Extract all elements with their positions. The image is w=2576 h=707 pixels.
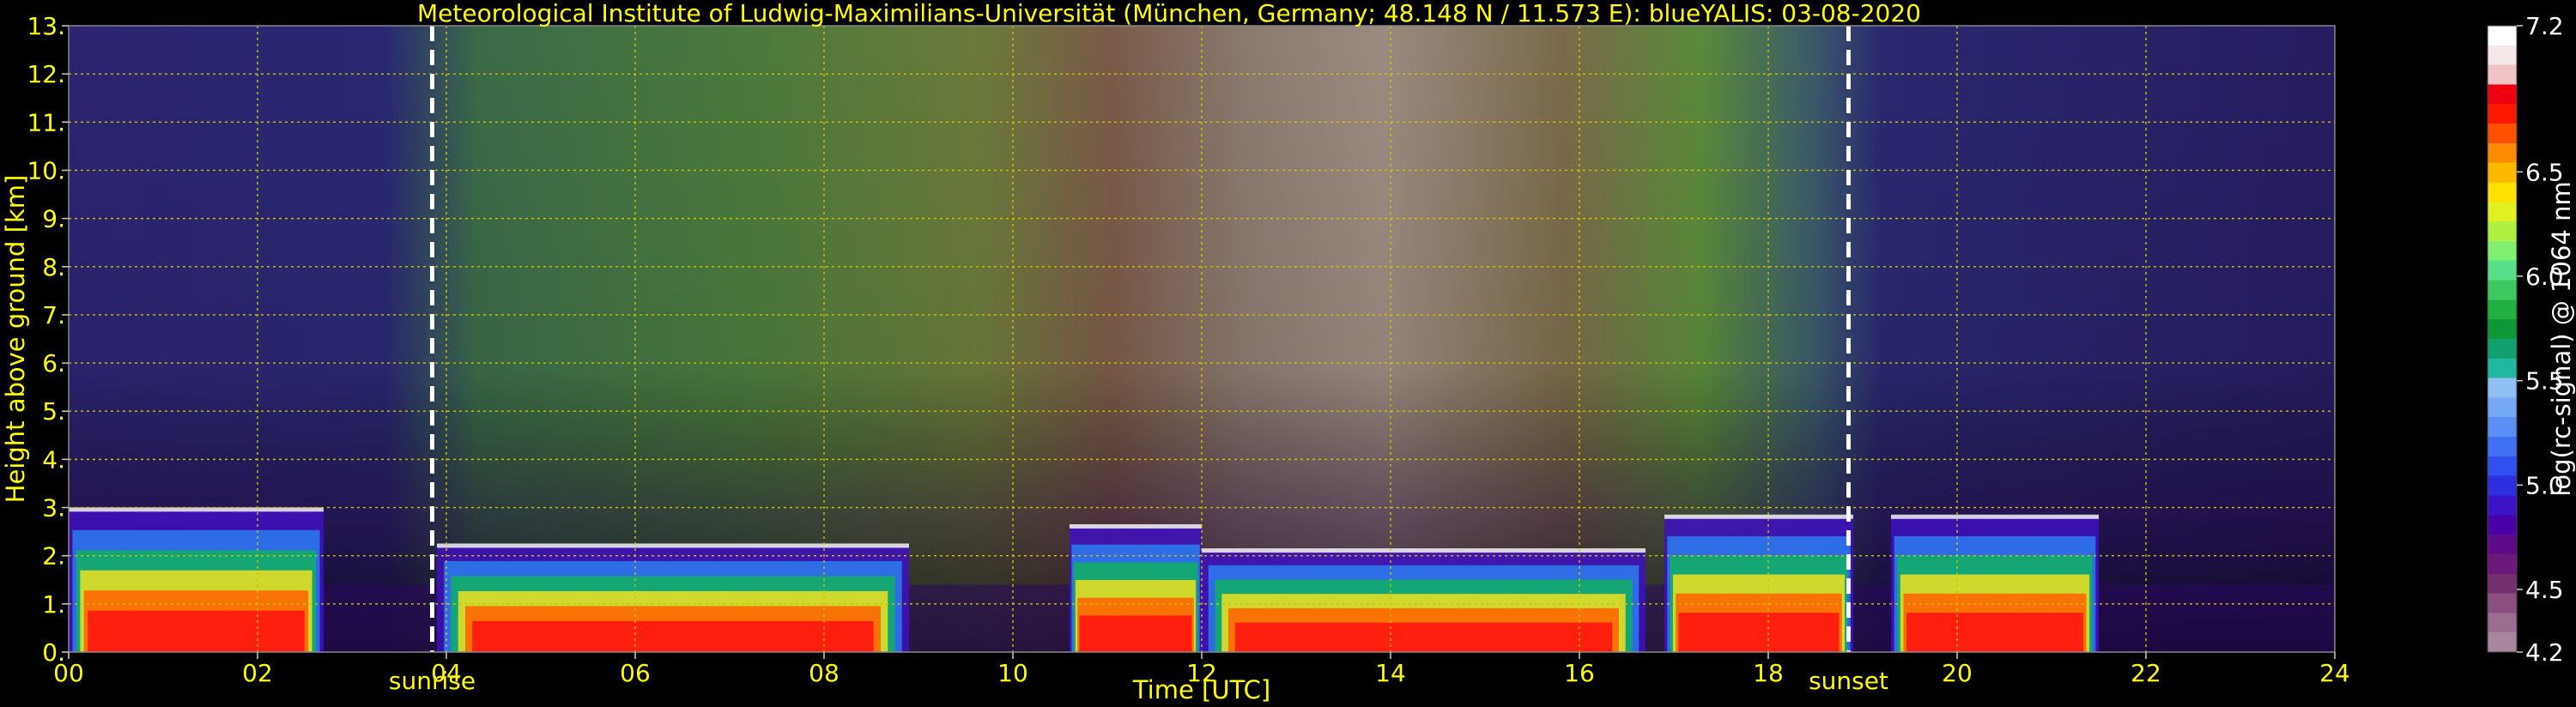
- y-tick-label: 2.: [42, 542, 65, 571]
- layer-low-cloud-aerosol-layers: [437, 543, 909, 652]
- y-tick-label: 7.: [42, 301, 65, 329]
- lidar-figure: 00 02 04 06 08 10 12 14 16 18 20 22 24 0.1.2.3.4.5.6…: [27, 12, 2564, 687]
- y-axis-ticks: 0.1.2.3.4.5.6.7.8.9.10.11.12.13.: [27, 12, 69, 667]
- layer-top-edge: [437, 543, 909, 548]
- y-tick-label: 0.: [42, 638, 65, 667]
- layer-nocturnal-boundary-layer: [69, 507, 324, 652]
- y-tick-label: 1.: [42, 590, 65, 619]
- colorbar-tick-label: 4.2: [2525, 638, 2564, 667]
- layer-band: [1678, 613, 1840, 652]
- layer-residual-layer-with-clouds: [1664, 514, 1853, 652]
- colorbar-tick-label: 7.2: [2525, 12, 2564, 40]
- y-tick-label: 12.: [27, 60, 65, 88]
- layer-convective-boundary-layer: [1070, 524, 1202, 652]
- layer-top-edge: [1664, 514, 1853, 519]
- colorbar: [2487, 25, 2518, 653]
- layer-scattered-clouds: [1891, 514, 2099, 652]
- y-tick-label: 8.: [42, 253, 65, 281]
- layer-band: [1234, 622, 1613, 652]
- y-tick-label: 5.: [42, 397, 65, 426]
- layer-band: [88, 610, 305, 652]
- y-tick-label: 4.: [42, 445, 65, 474]
- y-tick-label: 6.: [42, 349, 65, 378]
- layer-top-edge: [1070, 524, 1202, 529]
- layer-band: [1079, 615, 1192, 652]
- sunrise-label: sunrise: [388, 667, 476, 695]
- layer-top-edge: [1891, 514, 2099, 519]
- colorbar-label: log(rc-signal) @ 1064 nm: [2547, 181, 2576, 497]
- y-axis-label: Height above ground [km]: [1, 174, 30, 504]
- y-tick-label: 11.: [27, 108, 65, 136]
- layer-daytime-aerosol-layer: [1202, 548, 1646, 652]
- layer-band: [1906, 613, 2083, 652]
- layer-band: [472, 620, 874, 652]
- y-tick-label: 3.: [42, 494, 65, 523]
- colorbar-tick-label: 4.5: [2525, 576, 2564, 604]
- y-tick-label: 9.: [42, 205, 65, 233]
- sunset-label: sunset: [1809, 667, 1888, 695]
- y-tick-label: 10.: [27, 156, 65, 184]
- chart-title: Meteorological Institute of Ludwig-Maxim…: [417, 0, 1921, 27]
